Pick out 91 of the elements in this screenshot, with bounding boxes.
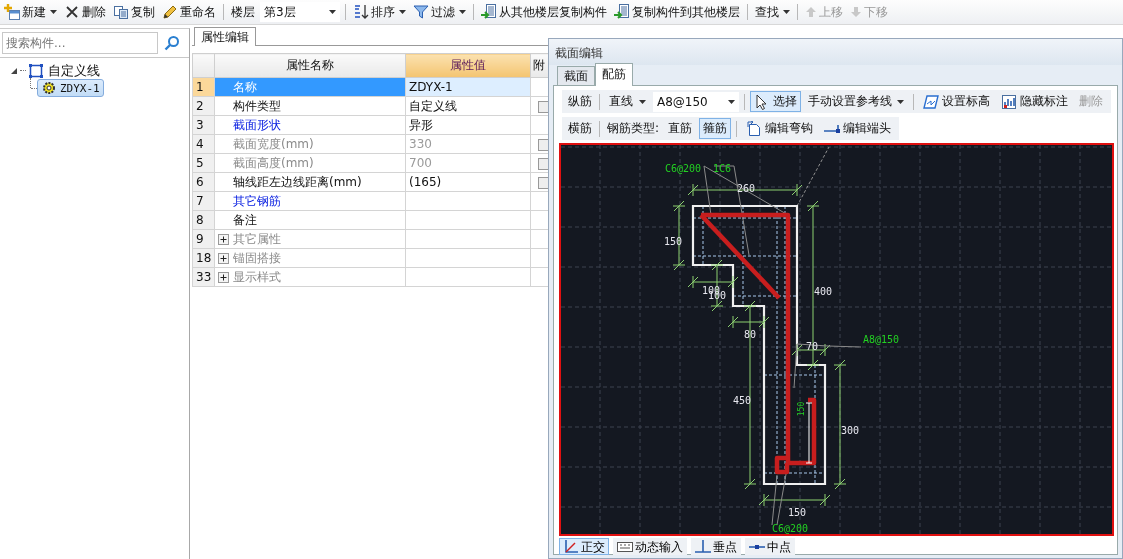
property-name: 锚固搭接	[233, 249, 281, 267]
chart-document-icon	[1001, 93, 1017, 110]
tab[interactable]: 截面	[557, 66, 595, 85]
property-edit-tab[interactable]: 属性编辑	[194, 27, 256, 46]
end-marker-icon	[824, 123, 841, 134]
toolbar-label: 横筋	[567, 120, 593, 137]
perpendicular-icon	[695, 538, 711, 555]
property-name: 备注	[232, 211, 257, 229]
sort-icon	[353, 4, 369, 20]
dimension-label: 70	[806, 341, 819, 352]
rebar-label: 1C6	[713, 163, 732, 174]
dimension-label: 150	[788, 507, 807, 518]
dimension-label: 80	[744, 329, 757, 340]
bar-spec-dropdown[interactable]: A8@150	[653, 91, 739, 112]
document-arrow-icon	[614, 4, 630, 20]
rebar-label: A8@150	[863, 334, 900, 345]
property-name: 其它属性	[233, 230, 281, 248]
caret-icon	[728, 99, 735, 104]
tree-item[interactable]: ZDYX-1	[37, 79, 104, 97]
tool-button[interactable]: 直筋	[664, 118, 697, 139]
expand-icon[interactable]	[218, 271, 229, 283]
tree-item[interactable]: 自定义线	[46, 61, 102, 80]
add-document-icon	[4, 4, 20, 20]
tool-button[interactable]: 设置标高	[919, 91, 994, 112]
pencil-icon	[162, 4, 178, 20]
tool-button[interactable]: 隐藏标注	[997, 91, 1072, 112]
dimension-label: 400	[814, 286, 833, 297]
toolbar-button[interactable]: 排序	[351, 2, 408, 22]
down-arrow-icon	[850, 6, 862, 18]
property-name: 截面高度(mm)	[232, 154, 314, 172]
rebar-label: 150	[797, 401, 806, 417]
leader-line	[796, 146, 830, 207]
dimension-label: 150	[664, 236, 683, 247]
property-value[interactable]: 异形	[409, 117, 433, 132]
square-outline-icon	[28, 62, 44, 79]
toolbar-button[interactable]: 复制构件到其他楼层	[612, 2, 742, 22]
snap-toggle[interactable]: 正交	[559, 538, 609, 555]
caret-icon	[329, 10, 336, 14]
copy-icon	[113, 4, 129, 20]
property-name: 轴线距左边线距离(mm)	[232, 173, 362, 191]
toolbar-button[interactable]: 查找	[753, 2, 792, 22]
tab[interactable]: 配筋	[595, 63, 633, 86]
property-name: 显示样式	[233, 268, 281, 286]
property-name: 截面宽度(mm)	[232, 135, 314, 153]
midpoint-icon	[749, 543, 765, 550]
snap-toggle[interactable]: 动态输入	[613, 538, 687, 555]
search-icon[interactable]	[164, 35, 180, 51]
property-value[interactable]: (165)	[409, 175, 442, 189]
property-name: 其它钢筋	[232, 192, 281, 210]
dimension-label: 300	[841, 425, 860, 436]
collapse-triangle-icon[interactable]	[10, 66, 18, 75]
document-arrow-icon	[481, 4, 497, 20]
rebar-length-line	[805, 402, 813, 464]
dimension-label: 450	[733, 395, 752, 406]
filter-icon	[413, 4, 429, 20]
floor-dropdown[interactable]: 第3层	[260, 2, 340, 22]
property-name: 截面形状	[232, 116, 281, 134]
toolbar-button[interactable]: 删除	[62, 2, 108, 22]
column-header: 属性值	[405, 53, 531, 78]
up-arrow-icon	[805, 6, 817, 18]
property-name: 构件类型	[232, 97, 281, 115]
tool-button[interactable]: 手动设置参考线	[804, 91, 908, 112]
orthogonal-icon	[563, 538, 579, 555]
tool-button[interactable]: 编辑端头	[820, 118, 896, 139]
toolbar-button[interactable]: 复制	[111, 2, 157, 22]
snap-toggle[interactable]: 垂点	[691, 538, 741, 555]
toolbar-button[interactable]: 新建	[2, 2, 59, 22]
snap-toggle[interactable]: 中点	[745, 538, 795, 555]
delete-icon	[64, 4, 80, 20]
rebar-label: C6@200	[772, 523, 809, 534]
toolbar-button[interactable]: 重命名	[160, 2, 218, 22]
caret-icon	[639, 99, 646, 104]
tree-item-label: ZDYX-1	[60, 81, 100, 95]
gear-icon	[41, 80, 57, 96]
rebar-label: C6@200	[665, 163, 702, 174]
toolbar-button[interactable]: 从其他楼层复制构件	[479, 2, 609, 22]
search-field[interactable]: 搜索构件...	[2, 32, 158, 54]
bend-document-icon	[746, 120, 763, 137]
parallelogram-icon	[923, 93, 939, 110]
tool-button[interactable]: 箍筋	[699, 118, 732, 139]
property-name: 名称	[232, 78, 257, 96]
expand-icon[interactable]	[218, 233, 229, 245]
tool-button[interactable]: 选择	[750, 91, 801, 112]
floor-label: 楼层	[230, 3, 256, 21]
column-header: 属性名称	[214, 53, 406, 78]
toolbar-button[interactable]: 过滤	[411, 2, 468, 22]
line-type-dropdown[interactable]: 直线	[605, 91, 650, 112]
dimension-label: 260	[737, 183, 756, 194]
bar-type-label: 钢筋类型:	[606, 120, 661, 137]
tool-button[interactable]: 编辑弯钩	[742, 118, 818, 139]
expand-icon[interactable]	[218, 252, 229, 264]
